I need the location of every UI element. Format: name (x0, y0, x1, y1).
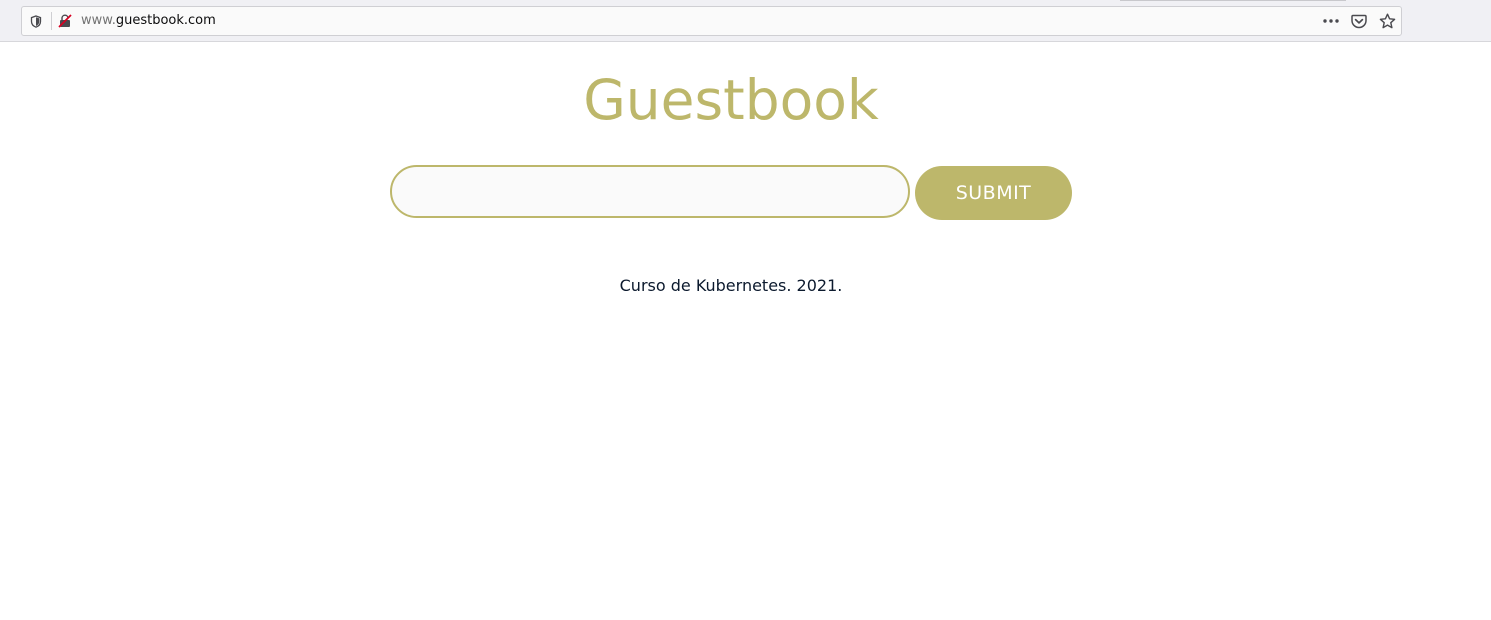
address-bar-separator (51, 12, 52, 30)
tab-strip-edge (1120, 0, 1346, 1)
url-prefix: www. (81, 13, 116, 28)
page-content: Guestbook SUBMIT Curso de Kubernetes. 20… (0, 42, 1491, 620)
submit-button[interactable]: SUBMIT (915, 166, 1072, 220)
star-icon[interactable] (1377, 7, 1397, 35)
shield-icon[interactable] (28, 7, 44, 35)
guestbook-entry-input[interactable] (390, 165, 910, 218)
url-text[interactable]: www.guestbook.com (81, 7, 216, 35)
page-title: Guestbook (583, 68, 879, 132)
footer-text: Curso de Kubernetes. 2021. (619, 276, 843, 295)
pocket-icon[interactable] (1349, 7, 1369, 35)
more-dots-icon[interactable] (1320, 7, 1342, 35)
insecure-connection-icon[interactable] (57, 7, 73, 35)
address-bar[interactable]: www.guestbook.com (21, 6, 1402, 36)
url-domain: guestbook.com (115, 13, 216, 28)
browser-toolbar: www.guestbook.com (0, 0, 1491, 42)
